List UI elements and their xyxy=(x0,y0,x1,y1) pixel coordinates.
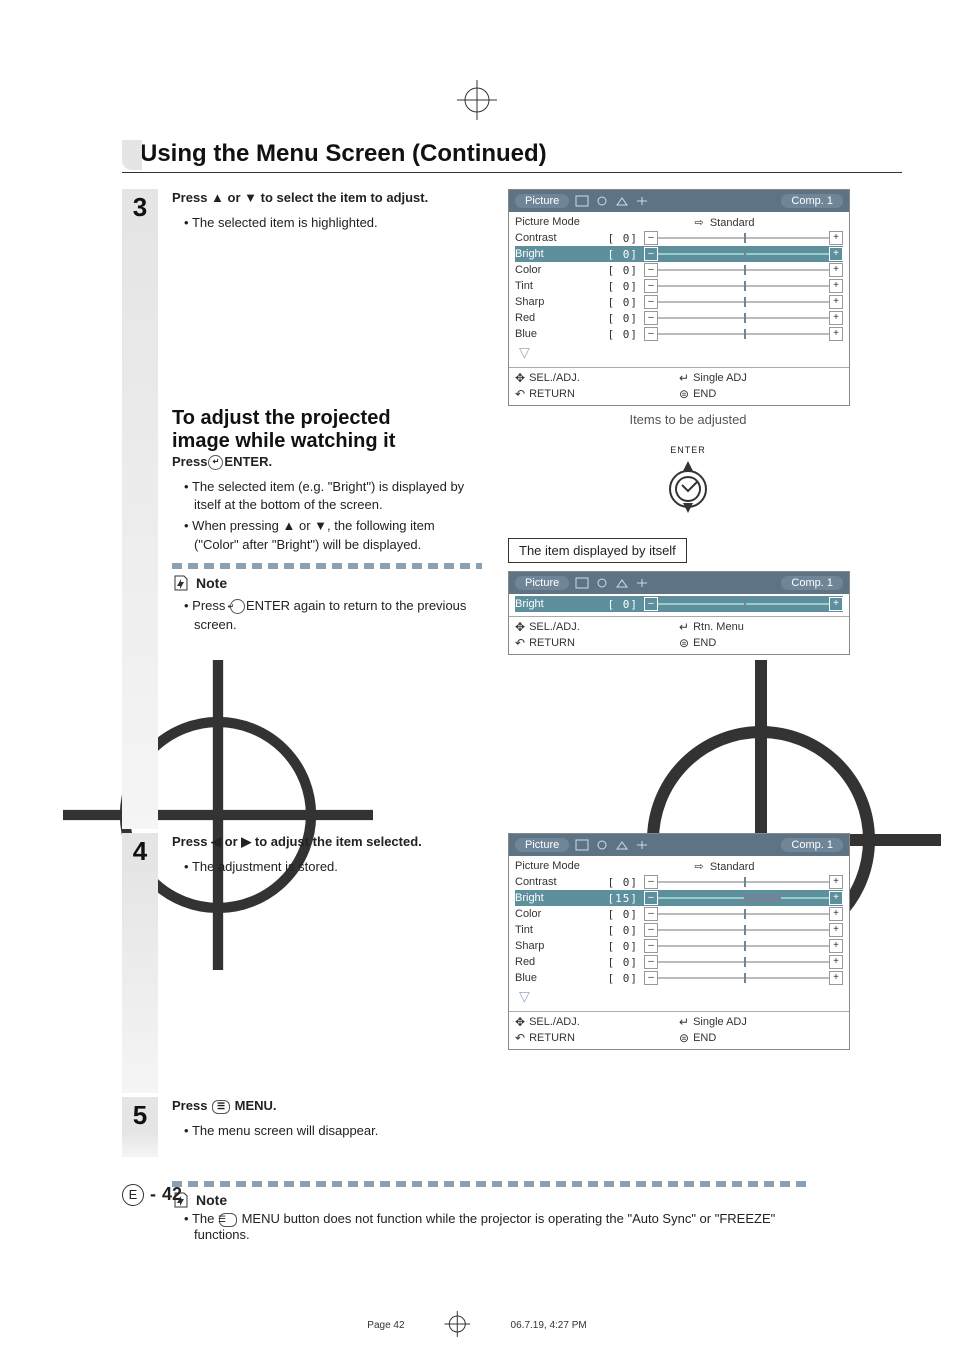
osd-foot-return: ↶RETURN xyxy=(515,387,679,401)
adjust-section-title: To adjust the projected image while watc… xyxy=(172,407,482,453)
osd-tab-icon-3 xyxy=(615,195,629,207)
adjust-bullet-1: The selected item (e.g. "Bright") is dis… xyxy=(184,478,482,516)
step4-heading: Press ◀ or ▶ to adjust the item selected… xyxy=(172,833,482,852)
step3-bullet-1: The selected item is highlighted. xyxy=(184,214,482,233)
osd-row-picture-mode: Picture Mode ⇨ Standard xyxy=(515,214,843,230)
caption-items-adjusted: Items to be adjusted xyxy=(508,412,868,427)
osd-tab-icon-1 xyxy=(575,195,589,207)
osd3-scroll-down-icon: ▽ xyxy=(515,986,843,1007)
menu-button-icon-2: ☰ xyxy=(219,1213,237,1227)
osd-tab-icon-2 xyxy=(595,195,609,207)
title-rule xyxy=(122,172,902,173)
osd2-foot-rtn: ↵Rtn. Menu xyxy=(679,620,843,634)
step-number-3: 3 xyxy=(122,189,158,225)
step5-heading: Press ☰ MENU. xyxy=(172,1097,852,1116)
step-rail-4 xyxy=(122,869,158,1093)
osd2-tab-icon-4 xyxy=(635,577,649,589)
osd2-foot-seladj: ✥SEL./ADJ. xyxy=(515,620,679,634)
page-title: Using the Menu Screen (Continued) xyxy=(140,140,902,168)
note3-bullet-1: Press ↵ENTER again to return to the prev… xyxy=(184,597,482,635)
enter-button-figure: ENTER xyxy=(508,445,868,518)
osd-foot-seladj: ✥SEL./ADJ. xyxy=(515,371,679,385)
osd2-row-bright: Bright[ 0]–+ xyxy=(515,596,843,612)
osd-panel-after: Picture Comp. 1 Picture Mode ⇨ Standard … xyxy=(508,833,850,1050)
osd-tab-icon-4 xyxy=(635,195,649,207)
osd3-tab-icon-3 xyxy=(615,839,629,851)
osd-tab-picture: Picture xyxy=(515,194,569,208)
adjust-press-enter: Press↵ENTER. xyxy=(172,453,482,472)
osd-panel-single: Picture Comp. 1 Bright[ 0]–+ ✥SEL./ADJ. … xyxy=(508,571,850,655)
osd3-foot-single: ↵Single ADJ xyxy=(679,1015,843,1029)
step3-heading: Press ▲ or ▼ to select the item to adjus… xyxy=(172,189,482,208)
adjust-bullet-2: When pressing ▲ or ▼, the following item… xyxy=(184,517,482,555)
item-displayed-label: The item displayed by itself xyxy=(508,538,687,563)
osd-row-red: Red[ 0]–+ xyxy=(515,310,843,326)
note-heading-2: Note xyxy=(172,1191,832,1209)
osd3-tab-icon-1 xyxy=(575,839,589,851)
osd3-row-tint: Tint[ 0]–+ xyxy=(515,922,843,938)
step4-bullet-1: The adjustment is stored. xyxy=(184,858,482,877)
osd2-tab-icon-3 xyxy=(615,577,629,589)
note-divider-2 xyxy=(172,1181,812,1187)
osd-panel-before: Picture Comp. 1 Picture Mode ⇨ Standard … xyxy=(508,189,850,406)
osd3-tab-icon-2 xyxy=(595,839,609,851)
osd2-foot-end: ⊜END xyxy=(679,636,843,650)
osd3-input: Comp. 1 xyxy=(781,838,843,852)
step5-bullet-1: The menu screen will disappear. xyxy=(184,1122,852,1141)
osd3-row-bright-15: Bright[15]–+ xyxy=(515,890,843,906)
print-footer: Page 42 06.7.19, 4:27 PM xyxy=(367,1311,586,1340)
osd-row-contrast: Contrast[ 0]–+ xyxy=(515,230,843,246)
osd3-tab: Picture xyxy=(515,838,569,852)
osd2-input: Comp. 1 xyxy=(781,576,843,590)
osd3-tab-icon-4 xyxy=(635,839,649,851)
note-icon xyxy=(172,574,190,592)
osd-row-color: Color[ 0]–+ xyxy=(515,262,843,278)
osd3-row-contrast: Contrast[ 0]–+ xyxy=(515,874,843,890)
osd3-row-sharp: Sharp[ 0]–+ xyxy=(515,938,843,954)
osd-row-tint: Tint[ 0]–+ xyxy=(515,278,843,294)
step-rail-3 xyxy=(122,225,158,829)
step-rail-5 xyxy=(122,1133,158,1157)
osd-scroll-down-icon: ▽ xyxy=(515,342,843,363)
osd2-foot-return: ↶RETURN xyxy=(515,636,679,650)
page-number: E - 42 xyxy=(122,1184,182,1206)
osd3-foot-return: ↶RETURN xyxy=(515,1031,679,1045)
menu-button-icon: ☰ xyxy=(212,1100,230,1114)
osd3-row-blue: Blue[ 0]–+ xyxy=(515,970,843,986)
osd2-tab-icon-2 xyxy=(595,577,609,589)
osd3-row-color: Color[ 0]–+ xyxy=(515,906,843,922)
osd-row-sharp: Sharp[ 0]–+ xyxy=(515,294,843,310)
osd2-tab: Picture xyxy=(515,576,569,590)
step-number-4: 4 xyxy=(122,833,158,869)
osd-input-label: Comp. 1 xyxy=(781,194,843,208)
osd3-row-picture-mode: Picture Mode ⇨ Standard xyxy=(515,858,843,874)
note-divider-1 xyxy=(172,563,482,569)
bottom-note-bullet: • The ☰ MENU button does not function wh… xyxy=(184,1211,832,1242)
osd-row-bright-highlight: Bright[ 0]–+ xyxy=(515,246,843,262)
osd3-row-red: Red[ 0]–+ xyxy=(515,954,843,970)
osd-foot-single: ↵Single ADJ xyxy=(679,371,843,385)
osd3-foot-seladj: ✥SEL./ADJ. xyxy=(515,1015,679,1029)
osd2-tab-icon-1 xyxy=(575,577,589,589)
note-heading-1: Note xyxy=(172,573,482,593)
step-number-5: 5 xyxy=(122,1097,158,1133)
osd3-foot-end: ⊜END xyxy=(679,1031,843,1045)
registration-mark-bottom xyxy=(445,1311,471,1340)
osd-foot-end: ⊜END xyxy=(679,387,843,401)
title-tab-decor xyxy=(122,140,142,170)
osd-row-blue: Blue[ 0]–+ xyxy=(515,326,843,342)
